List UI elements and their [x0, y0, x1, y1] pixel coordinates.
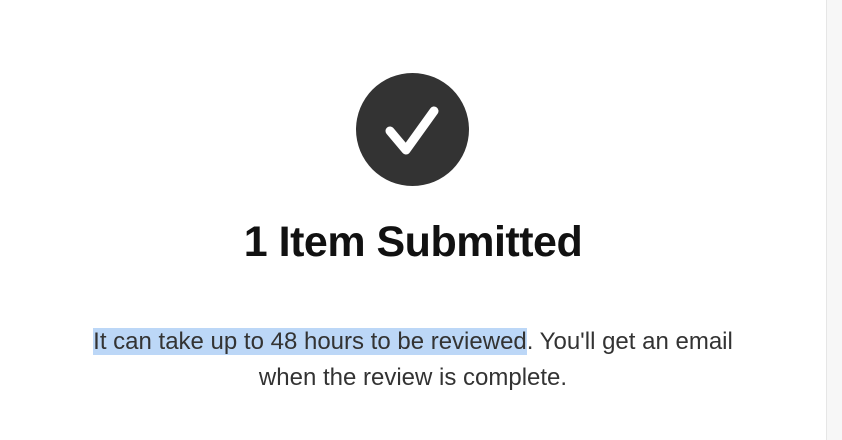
selected-text: It can take up to 48 hours to be reviewe… [93, 328, 527, 355]
message-line-2: when the review is complete. [258, 364, 568, 391]
review-message: It can take up to 48 hours to be reviewe… [30, 324, 796, 396]
checkmark-icon [356, 73, 469, 186]
scrollbar-track[interactable] [826, 0, 842, 440]
page-title: 1 Item Submitted [243, 218, 583, 266]
message-line-1-rest: . You'll get an email [526, 328, 733, 355]
confirmation-panel: 1 Item Submitted It can take up to 48 ho… [0, 0, 826, 440]
